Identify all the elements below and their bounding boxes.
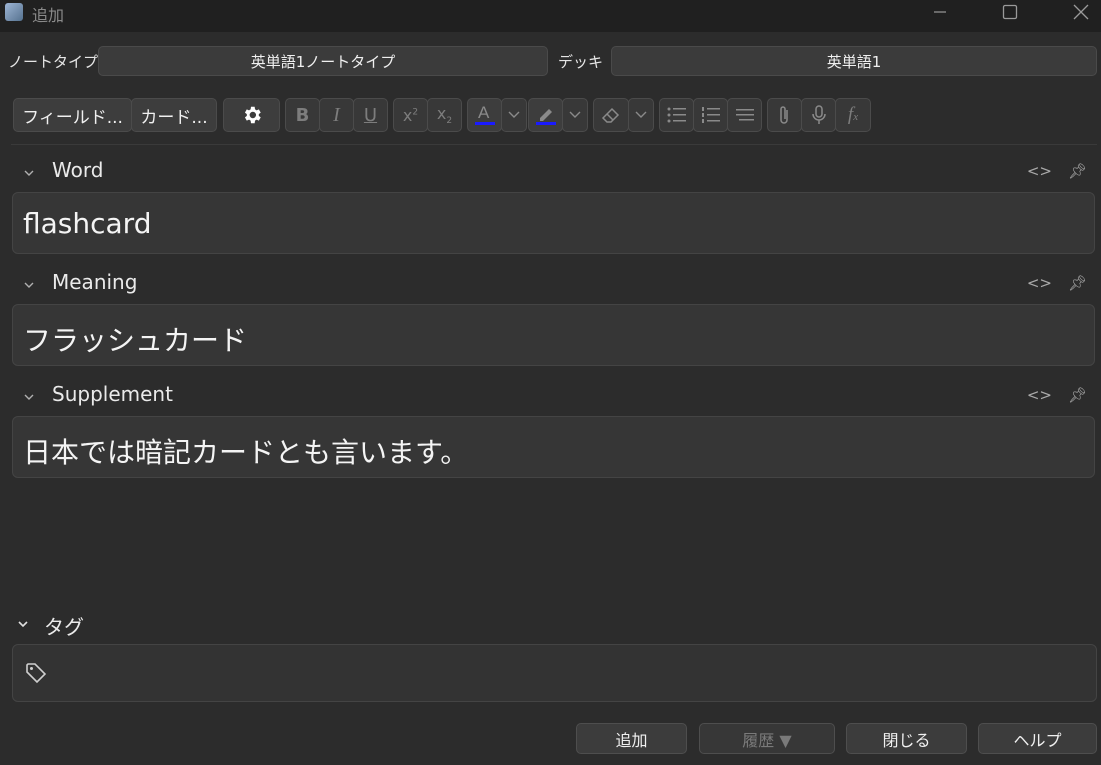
chevron-down-icon xyxy=(508,111,520,118)
html-editor-icon[interactable]: <> xyxy=(1027,162,1052,180)
tag-editor[interactable] xyxy=(12,644,1097,702)
field-header-word: Word <> 📌︎ xyxy=(0,158,1101,186)
svg-text:A: A xyxy=(478,103,490,122)
formula-button[interactable]: fx xyxy=(835,98,871,132)
text-color-icon: A xyxy=(474,103,495,125)
align-icon xyxy=(735,109,754,121)
bullet-list-button[interactable] xyxy=(659,98,694,132)
history-button[interactable]: 履歴 ▼ xyxy=(699,723,835,754)
subscript-icon: x2 xyxy=(436,103,453,127)
pin-icon[interactable]: 📌︎ xyxy=(1068,162,1087,180)
bold-button[interactable]: B xyxy=(285,98,320,132)
highlight-dropdown[interactable] xyxy=(562,98,588,132)
subscript-button[interactable]: x2 xyxy=(427,98,462,132)
field-header-supplement: Supplement <> 📌︎ xyxy=(0,382,1101,410)
superscript-icon: x2 xyxy=(402,105,419,125)
numbered-list-button[interactable] xyxy=(693,98,728,132)
chevron-down-icon[interactable] xyxy=(22,390,36,404)
close-icon xyxy=(1073,4,1089,20)
numbered-list-icon xyxy=(701,107,720,123)
notetype-selector[interactable]: 英単語1ノートタイプ xyxy=(98,46,548,76)
chevron-down-icon xyxy=(635,111,647,118)
field-input-word[interactable]: flashcard xyxy=(12,192,1095,254)
chevron-down-icon[interactable] xyxy=(22,166,36,180)
add-button[interactable]: 追加 xyxy=(576,723,687,754)
html-editor-icon[interactable]: <> xyxy=(1027,274,1052,292)
tags-collapse-icon[interactable] xyxy=(16,617,30,631)
html-editor-icon[interactable]: <> xyxy=(1027,386,1052,404)
fields-button[interactable]: フィールド... xyxy=(13,98,132,132)
field-name: Meaning xyxy=(52,270,138,294)
tag-icon xyxy=(26,663,47,684)
italic-button[interactable]: I xyxy=(319,98,354,132)
maximize-icon xyxy=(1002,4,1018,20)
tags-label: タグ xyxy=(44,615,84,639)
superscript-button[interactable]: x2 xyxy=(393,98,428,132)
help-button[interactable]: ヘルプ xyxy=(978,723,1097,754)
title-bar: 追加 xyxy=(0,0,1101,32)
maximize-button[interactable] xyxy=(988,0,1032,24)
attach-button[interactable] xyxy=(767,98,802,132)
gear-icon xyxy=(244,106,261,124)
text-color-dropdown[interactable] xyxy=(501,98,527,132)
eraser-icon xyxy=(601,107,620,123)
minimize-button[interactable] xyxy=(918,0,962,24)
deck-label: デッキ xyxy=(558,53,604,71)
italic-icon: I xyxy=(333,103,340,126)
bold-icon: B xyxy=(295,104,310,126)
settings-button[interactable] xyxy=(223,98,280,132)
field-header-meaning: Meaning <> 📌︎ xyxy=(0,270,1101,298)
bullet-list-icon xyxy=(667,107,686,123)
field-name: Supplement xyxy=(52,382,173,406)
close-window-button[interactable] xyxy=(1059,0,1101,24)
pin-icon[interactable]: 📌︎ xyxy=(1068,386,1087,404)
align-button[interactable] xyxy=(727,98,762,132)
window-title: 追加 xyxy=(32,6,65,25)
highlight-icon xyxy=(535,109,556,125)
cards-button[interactable]: カード... xyxy=(131,98,217,132)
notetype-label: ノートタイプ xyxy=(8,53,99,71)
chevron-down-icon xyxy=(569,111,581,118)
underline-icon: U xyxy=(363,104,378,126)
record-button[interactable] xyxy=(801,98,836,132)
eraser-button[interactable] xyxy=(593,98,629,132)
minimize-icon xyxy=(934,11,946,13)
pin-icon[interactable]: 📌︎ xyxy=(1068,274,1087,292)
eraser-dropdown[interactable] xyxy=(628,98,654,132)
underline-button[interactable]: U xyxy=(353,98,388,132)
paperclip-icon xyxy=(779,106,788,124)
formula-icon: fx xyxy=(847,104,859,125)
field-name: Word xyxy=(52,158,104,182)
anki-app-icon xyxy=(5,3,23,21)
field-input-meaning[interactable]: フラッシュカード xyxy=(12,304,1095,366)
deck-selector[interactable]: 英単語1 xyxy=(611,46,1097,76)
chevron-down-icon[interactable] xyxy=(22,278,36,292)
microphone-icon xyxy=(811,105,826,124)
highlight-button[interactable] xyxy=(528,98,563,132)
close-button[interactable]: 閉じる xyxy=(846,723,967,754)
text-color-button[interactable]: A xyxy=(467,98,502,132)
field-input-supplement[interactable]: 日本では暗記カードとも言います。 xyxy=(12,416,1095,478)
toolbar-separator xyxy=(11,144,1097,145)
